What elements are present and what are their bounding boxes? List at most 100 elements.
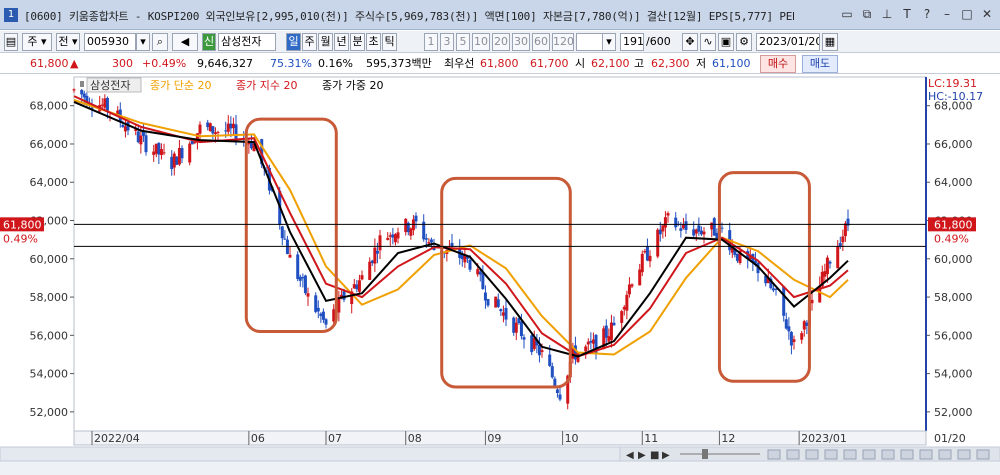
- candle-body: [486, 299, 490, 306]
- date-input[interactable]: 2023/01/20: [756, 33, 820, 51]
- candle-body: [337, 297, 341, 313]
- period-button[interactable]: 년: [334, 33, 349, 51]
- interval-button[interactable]: 1: [424, 33, 438, 51]
- market-select[interactable]: 전 ▾: [56, 33, 80, 51]
- pin-icon[interactable]: ⊥: [880, 6, 894, 22]
- candle-body: [321, 311, 325, 320]
- candle-body: [80, 89, 84, 95]
- sell-button[interactable]: 매도: [802, 55, 838, 73]
- candle-body: [514, 322, 518, 333]
- y-tick-label-right: 64,000: [934, 176, 973, 189]
- candle-body: [193, 142, 197, 144]
- last-pct-label-left: 0.49%: [3, 232, 38, 245]
- scroll-button-icon: ▶: [662, 450, 670, 461]
- candle-body: [540, 350, 544, 353]
- chevron-down-icon[interactable]: ▾: [136, 33, 150, 51]
- interval-button[interactable]: 3: [440, 33, 454, 51]
- font-t-icon[interactable]: T: [900, 6, 914, 22]
- restore-icon[interactable]: ⧉: [860, 6, 874, 22]
- candle-body: [591, 339, 595, 344]
- candle-body: [301, 277, 305, 279]
- window-titlebar[interactable]: 1 [0600] 키움종합차트 - KOSPI200 외국인보유[2,995,0…: [0, 0, 1000, 30]
- period-button[interactable]: 일: [286, 33, 301, 51]
- interval-button[interactable]: 10: [472, 33, 490, 51]
- candle-body: [370, 260, 374, 263]
- price-chart-svg[interactable]: 68,000 68,00066,000 66,00064,000 64,00062,0…: [0, 75, 1000, 475]
- candle-body: [622, 306, 626, 310]
- scrollbar-track: [0, 446, 621, 462]
- candle-body: [103, 98, 107, 108]
- volume-ratio: 75.31%: [270, 57, 312, 70]
- x-tick-label: 2023/01: [801, 432, 847, 445]
- candle-body: [787, 326, 791, 332]
- candle-body: [157, 142, 161, 155]
- candle-body: [450, 242, 454, 246]
- close-icon[interactable]: ✕: [980, 6, 994, 22]
- interval-button[interactable]: 30: [512, 33, 530, 51]
- low-label: 저: [696, 57, 707, 70]
- candle-body: [105, 97, 109, 112]
- candle-body: [159, 149, 163, 155]
- candle-body: [789, 332, 793, 346]
- chart-menu-icon[interactable]: ▤: [4, 33, 18, 51]
- chart-scrollbar[interactable]: ◀ ▶ ■ ▶: [0, 446, 1000, 475]
- right-axis-labels: LC:19.31HC:-10.17: [928, 77, 983, 103]
- minimize-icon[interactable]: –: [940, 6, 954, 22]
- candle-body: [424, 238, 428, 240]
- candle-body: [681, 224, 685, 229]
- scroll-button-icon: ◀: [626, 450, 634, 461]
- candle-body: [175, 156, 179, 165]
- x-tick-label: 08: [408, 432, 422, 445]
- last-price-label-left: 61,800: [3, 218, 42, 231]
- help-icon[interactable]: ?: [920, 6, 934, 22]
- period-button[interactable]: 틱: [382, 33, 397, 51]
- price-chart[interactable]: 68,000 68,000 66,000 66,000 64,000 64,000 62,0…: [0, 75, 1000, 475]
- search-icon[interactable]: ⌕: [152, 33, 168, 51]
- candle-body: [512, 317, 516, 333]
- candle-body: [316, 307, 320, 312]
- interval-button[interactable]: 60: [532, 33, 550, 51]
- candle-body: [825, 257, 829, 275]
- x-tick-label: 12: [721, 432, 735, 445]
- period-button[interactable]: 초: [366, 33, 381, 51]
- interval-dropdown-icon[interactable]: ▾: [602, 33, 616, 51]
- candle-body: [139, 135, 143, 145]
- chart-type-select[interactable]: 주 ▾: [22, 33, 52, 51]
- x-tick-label: 2022/04: [94, 432, 140, 445]
- buy-button[interactable]: 매수: [760, 55, 796, 73]
- interval-button[interactable]: 20: [492, 33, 510, 51]
- candle-body: [663, 217, 667, 228]
- new-listing-badge[interactable]: 신: [202, 33, 216, 51]
- tile-icon[interactable]: ▭: [840, 6, 854, 22]
- candle-body: [519, 321, 523, 337]
- display-count-input[interactable]: 191: [620, 33, 644, 51]
- y-tick-label-left: 64,000: [30, 176, 69, 189]
- candle-body: [784, 319, 788, 329]
- stock-code-input[interactable]: 005930: [84, 33, 136, 51]
- candle-body: [828, 261, 832, 264]
- interval-button[interactable]: 5: [456, 33, 470, 51]
- last-pct-label-right: 0.49%: [934, 232, 969, 245]
- candle-body: [679, 228, 683, 231]
- candle-body: [658, 229, 662, 235]
- period-button[interactable]: 월: [318, 33, 333, 51]
- gear-icon[interactable]: ⚙: [736, 33, 752, 51]
- best-quote-label: 최우선: [444, 57, 475, 70]
- save-icon[interactable]: ▣: [718, 33, 734, 51]
- calendar-icon[interactable]: ▦: [822, 33, 838, 51]
- period-button[interactable]: 분: [350, 33, 365, 51]
- window-title: [0600] 키움종합차트 - KOSPI200 외국인보유[2,995,010…: [24, 10, 794, 23]
- candle-body: [609, 322, 613, 340]
- candle-body: [640, 253, 644, 273]
- maximize-icon[interactable]: □: [960, 6, 974, 22]
- indicator-icon[interactable]: ∿: [700, 33, 716, 51]
- candle-body: [643, 250, 647, 253]
- crosshair-icon[interactable]: ✥: [682, 33, 698, 51]
- candle-body: [100, 104, 104, 106]
- candle-body: [280, 226, 284, 239]
- candle-body: [296, 254, 300, 279]
- sound-select[interactable]: ◀: [172, 33, 198, 51]
- interval-button[interactable]: 120: [552, 33, 574, 51]
- period-button[interactable]: 주: [302, 33, 317, 51]
- chart-toolbar: ▤ 주 ▾ 전 ▾ 005930 ▾ ⌕ ◀ 신 삼성전자 일주월년분초틱 13…: [0, 31, 1000, 53]
